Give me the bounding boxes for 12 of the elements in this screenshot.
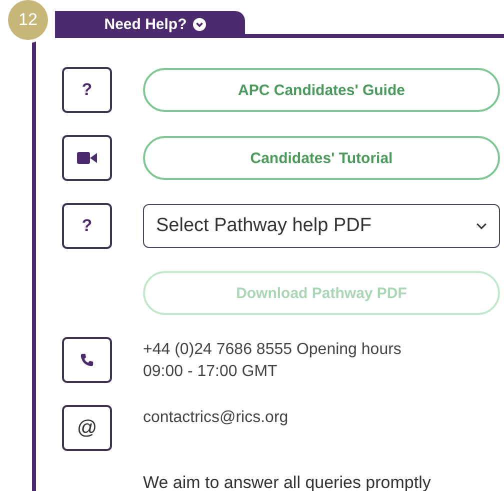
chevron-down-icon (476, 222, 487, 230)
help-icon[interactable]: ? (62, 203, 112, 249)
contact-text: +44 (0)24 7686 8555 Opening hours 09:00 - 17:00 GMT (143, 340, 402, 382)
step-badge: 12 (8, 0, 48, 40)
phone-icon[interactable] (62, 337, 112, 383)
pathway-select[interactable]: Select Pathway help PDF (143, 204, 500, 248)
help-icon[interactable]: ? (62, 67, 112, 113)
chevron-circle-icon (192, 18, 206, 31)
need-help-tab[interactable]: Need Help? (55, 11, 245, 38)
video-camera-icon[interactable] (62, 135, 112, 181)
email-icon[interactable]: @ (62, 405, 112, 451)
contact-text: contactrics@rics.org (143, 408, 290, 428)
